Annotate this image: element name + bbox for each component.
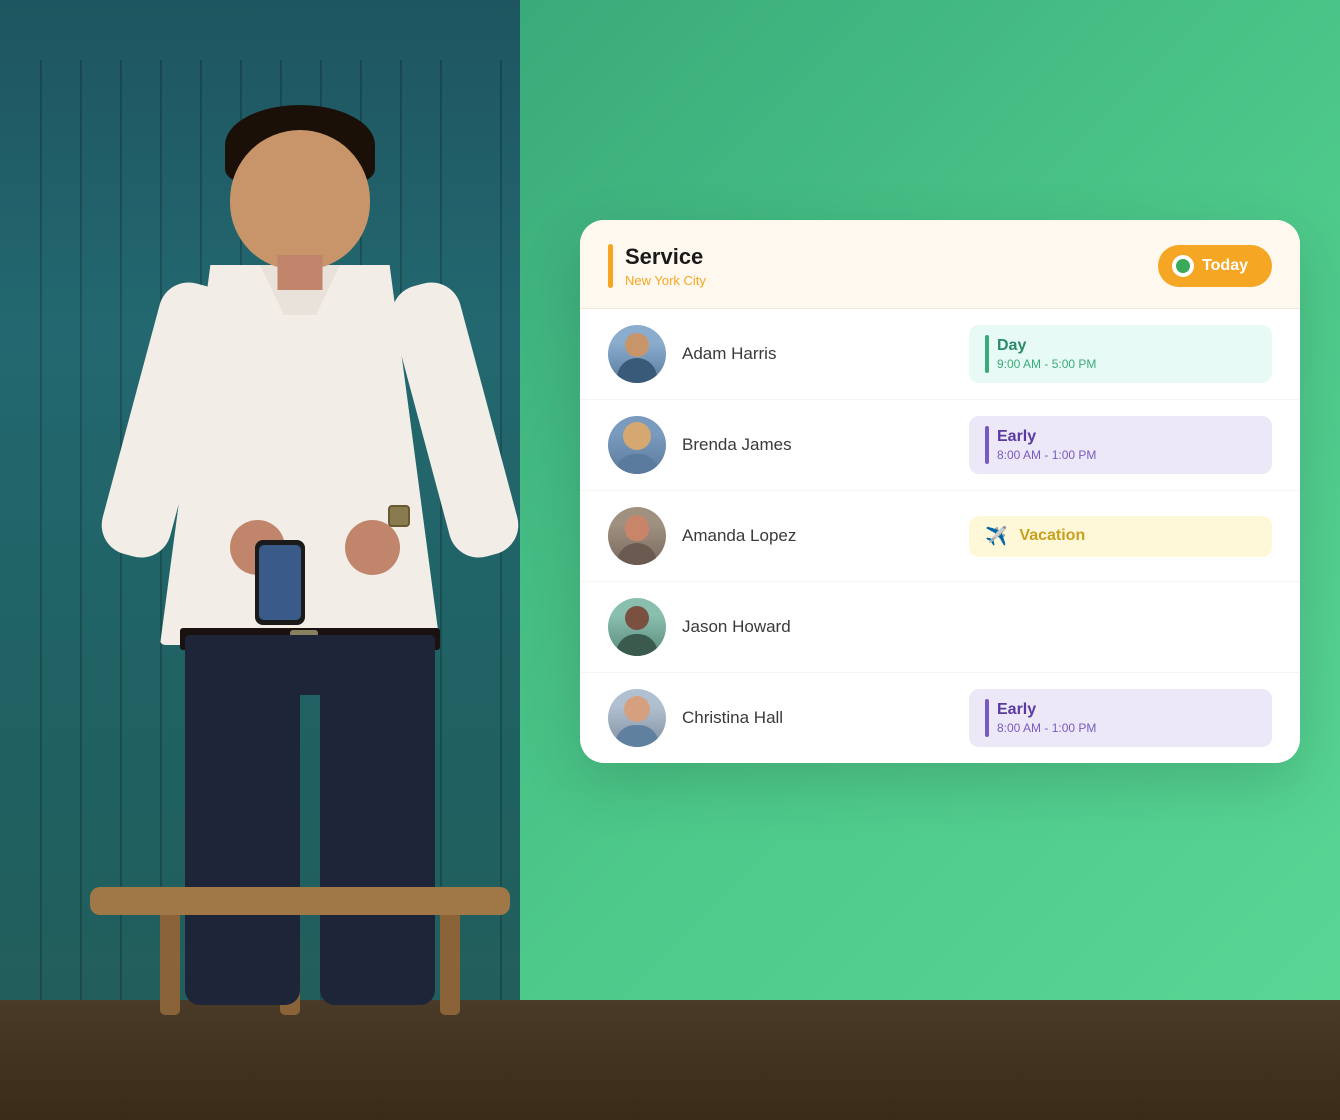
avatar	[608, 689, 666, 747]
airplane-icon: ✈️	[985, 526, 1007, 547]
status-dot-inner	[1176, 259, 1190, 273]
hand-right	[345, 520, 400, 575]
phone-screen	[259, 545, 301, 620]
shift-info: Vacation	[1019, 527, 1085, 545]
employee-row[interactable]: Adam Harris Day 9:00 AM - 5:00 PM	[580, 309, 1300, 400]
today-badge[interactable]: Today	[1158, 245, 1272, 287]
employee-name: Christina Hall	[682, 708, 953, 728]
pants-right-leg	[320, 635, 435, 1005]
service-city: New York City	[625, 273, 706, 288]
employee-list: Adam Harris Day 9:00 AM - 5:00 PM Brenda…	[580, 309, 1300, 763]
employee-name: Brenda James	[682, 435, 953, 455]
shift-badge-early: Early 8:00 AM - 1:00 PM	[969, 416, 1272, 474]
phone	[255, 540, 305, 625]
person-figure	[40, 50, 600, 1050]
shift-badge-day: Day 9:00 AM - 5:00 PM	[969, 325, 1272, 383]
shift-name: Early	[997, 428, 1096, 446]
shift-info: Early 8:00 AM - 1:00 PM	[997, 428, 1096, 462]
shift-name: Vacation	[1019, 527, 1085, 545]
employee-row[interactable]: Jason Howard	[580, 582, 1300, 673]
employee-name: Jason Howard	[682, 617, 953, 637]
employee-row[interactable]: Christina Hall Early 8:00 AM - 1:00 PM	[580, 673, 1300, 763]
employee-row[interactable]: Amanda Lopez ✈️ Vacation	[580, 491, 1300, 582]
avatar	[608, 507, 666, 565]
shift-name: Day	[997, 337, 1096, 355]
employee-name: Amanda Lopez	[682, 526, 953, 546]
avatar	[608, 416, 666, 474]
orange-accent-bar	[608, 244, 613, 288]
today-label: Today	[1202, 257, 1248, 275]
watch	[388, 505, 410, 527]
card-header: Service New York City Today	[580, 220, 1300, 309]
shift-name: Early	[997, 701, 1096, 719]
shift-badge-early: Early 8:00 AM - 1:00 PM	[969, 689, 1272, 747]
shift-time: 9:00 AM - 5:00 PM	[997, 357, 1096, 371]
service-info: Service New York City	[608, 244, 706, 288]
shift-badge-vacation: ✈️ Vacation	[969, 516, 1272, 557]
shift-time: 8:00 AM - 1:00 PM	[997, 721, 1096, 735]
stool-leg	[160, 910, 180, 1015]
shift-badge-empty	[969, 617, 1272, 637]
employee-name: Adam Harris	[682, 344, 953, 364]
stool-top	[90, 887, 510, 915]
service-text: Service New York City	[625, 244, 706, 287]
schedule-card: Service New York City Today Adam Harris	[580, 220, 1300, 763]
shift-color-bar	[985, 699, 989, 737]
neck	[278, 255, 323, 290]
employee-row[interactable]: Brenda James Early 8:00 AM - 1:00 PM	[580, 400, 1300, 491]
stool-leg	[440, 910, 460, 1015]
service-title: Service	[625, 244, 706, 270]
shift-color-bar	[985, 335, 989, 373]
shift-info: Early 8:00 AM - 1:00 PM	[997, 701, 1096, 735]
shift-info: Day 9:00 AM - 5:00 PM	[997, 337, 1096, 371]
human-body	[120, 50, 500, 1020]
avatar	[608, 598, 666, 656]
pants	[185, 635, 435, 1005]
avatar	[608, 325, 666, 383]
scene-background: Service New York City Today Adam Harris	[0, 0, 1340, 1120]
status-dot	[1172, 255, 1194, 277]
shift-time: 8:00 AM - 1:00 PM	[997, 448, 1096, 462]
face	[230, 130, 370, 270]
head	[230, 105, 370, 275]
pants-left-leg	[185, 635, 300, 1005]
shift-color-bar	[985, 426, 989, 464]
